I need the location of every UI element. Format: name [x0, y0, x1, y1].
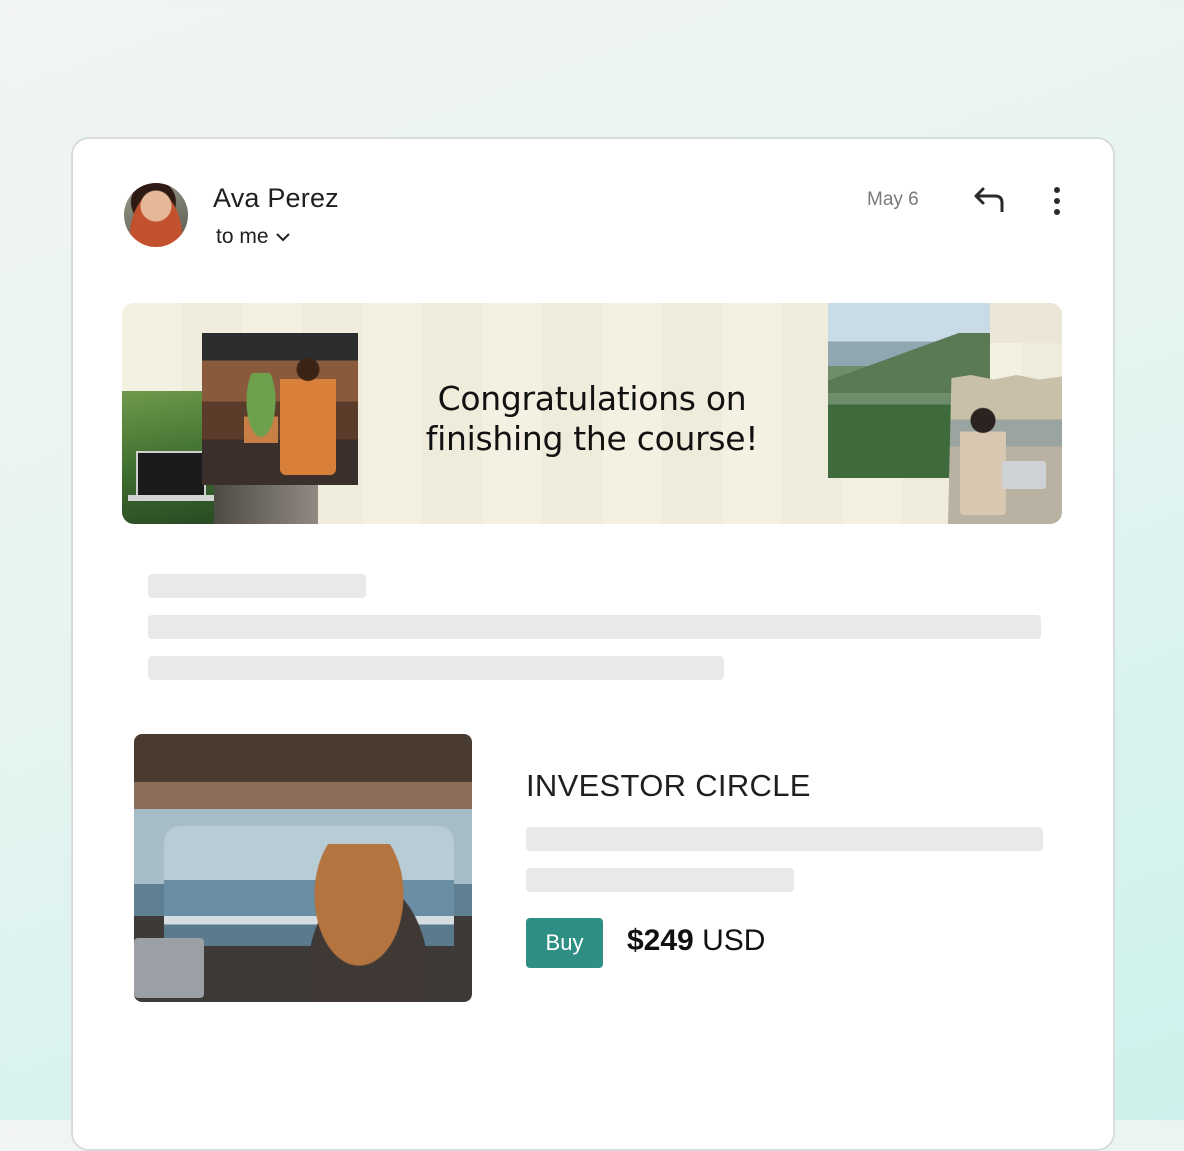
recipient-label: to me	[216, 225, 269, 248]
product-image[interactable]	[134, 734, 472, 1002]
placeholder-line	[148, 574, 366, 598]
chevron-down-icon	[275, 233, 290, 242]
product-title: INVESTOR CIRCLE	[526, 768, 811, 803]
banner-headline: Congratulations on finishing the course!	[392, 379, 792, 459]
buy-button[interactable]: Buy	[526, 918, 603, 968]
recipient-toggle[interactable]: to me	[216, 225, 291, 249]
banner-headline-line-2: finishing the course!	[425, 419, 759, 458]
placeholder-line	[526, 827, 1043, 851]
price-amount: $249	[627, 924, 694, 957]
banner-photo-strip	[214, 485, 318, 524]
placeholder-line	[148, 615, 1041, 639]
congratulations-banner: Congratulations on finishing the course!	[122, 303, 1062, 524]
more-vert-icon[interactable]	[1045, 185, 1069, 217]
banner-photo-laptop-plants	[122, 391, 214, 524]
banner-paper-scrap	[990, 303, 1062, 343]
banner-photo-camper-person	[948, 375, 1062, 524]
price: $249 USD	[627, 924, 765, 958]
reply-arrow-icon[interactable]	[973, 186, 1005, 212]
price-currency: USD	[702, 924, 766, 957]
banner-photo-man-working	[202, 333, 358, 485]
placeholder-line	[148, 656, 724, 680]
email-date: May 6	[867, 189, 919, 210]
sender-name[interactable]: Ava Perez	[213, 183, 339, 214]
banner-headline-line-1: Congratulations on	[437, 379, 747, 418]
placeholder-line	[526, 868, 794, 892]
email-card: Ava Perez to me May 6 Congratulations on…	[71, 137, 1115, 1151]
avatar[interactable]	[124, 183, 188, 247]
